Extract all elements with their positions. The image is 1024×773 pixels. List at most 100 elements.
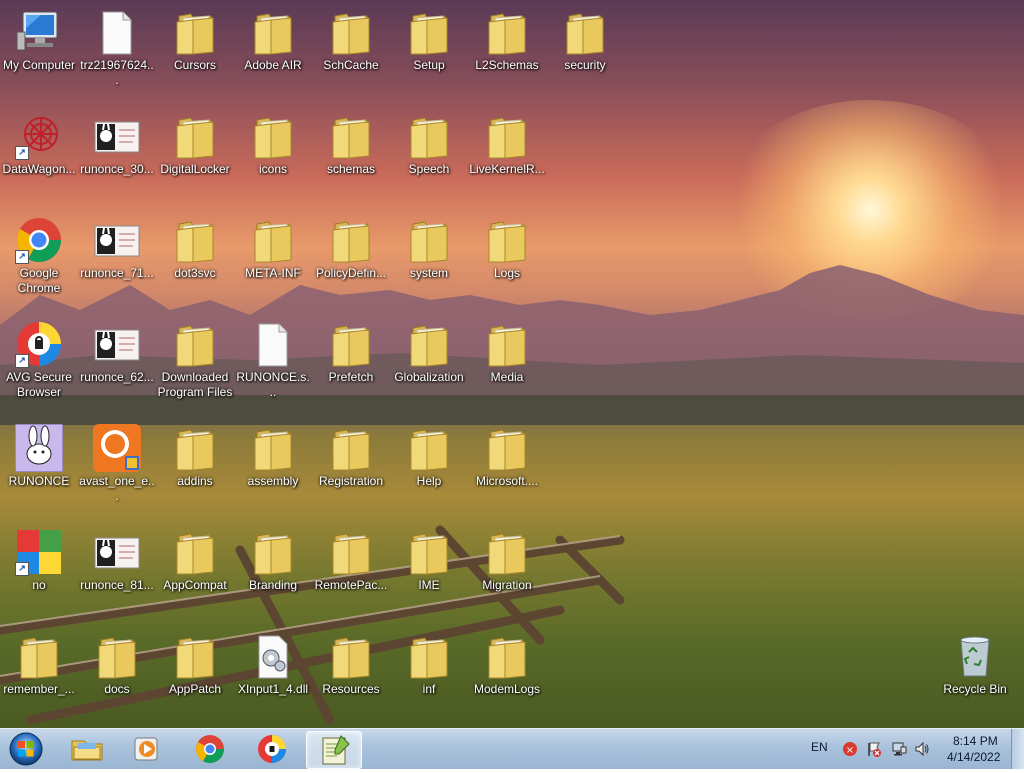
taskbar-avg-browser-button[interactable] [245,731,299,767]
taskbar-media-player-button[interactable] [120,731,174,767]
show-desktop-button[interactable] [1011,729,1024,769]
desktop-icon-label: icons [258,162,287,176]
folder-icon [249,112,297,160]
desktop-icon-label: Setup [413,58,445,72]
desktop-icon[interactable]: Prefetch [312,316,390,416]
action-center-flag-icon[interactable] [866,741,882,757]
desktop-icon-label: Branding [248,578,298,592]
desktop-icon[interactable]: Downloaded Program Files [156,316,234,416]
folder-icon [327,424,375,472]
desktop-icon[interactable]: Media [468,316,546,416]
desktop-icon[interactable]: Speech [390,108,468,208]
folder-icon [249,424,297,472]
clock-time[interactable]: 8:14 PM [953,734,998,748]
desktop-icon-label: runonce_71... [80,266,154,280]
desktop-icon[interactable]: avast_one_e... [78,420,156,520]
desktop-icon-label: Adobe AIR [244,58,302,72]
desktop-icon[interactable]: runonce_81... [78,524,156,624]
network-icon[interactable] [891,741,907,757]
folder-icon [483,8,531,56]
clock-date[interactable]: 4/14/2022 [947,750,1000,764]
folder-icon [93,632,141,680]
taskbar-chrome-button[interactable] [183,731,237,767]
desktop-icon-label: DataWagon... [2,162,76,176]
desktop-icon[interactable]: Resources [312,628,390,728]
desktop-icon-label: Recycle Bin [943,682,1007,696]
avast-installer-icon [93,424,141,472]
desktop-icon[interactable]: IME [390,524,468,624]
desktop-icon[interactable]: icons [234,108,312,208]
desktop-icon-label: DigitalLocker [160,162,230,176]
folder-icon [327,632,375,680]
desktop-icon[interactable]: Migration [468,524,546,624]
desktop-icon-label: IME [418,578,440,592]
desktop-icon-label: RUNONCE.s... [236,370,310,399]
desktop-icon[interactable]: RUNONCE.s... [234,316,312,416]
desktop-icon[interactable]: AppCompat [156,524,234,624]
desktop-icon-label: avast_one_e... [79,474,155,503]
desktop-icon[interactable]: XInput1_4.dll [234,628,312,728]
desktop-icon[interactable]: security [546,4,624,104]
desktop-icon[interactable]: Cursors [156,4,234,104]
desktop-icon[interactable]: system [390,212,468,312]
desktop-icon[interactable]: ModemLogs [468,628,546,728]
desktop-icon[interactable]: docs [78,628,156,728]
desktop-icon[interactable]: RUNONCE [0,420,78,520]
desktop-icon[interactable]: DigitalLocker [156,108,234,208]
desktop-icon-label: Downloaded Program Files [157,370,233,399]
desktop-icon[interactable]: My Computer [0,4,78,104]
start-orb-icon [9,732,43,766]
volume-icon[interactable] [914,741,930,757]
desktop-icon[interactable]: remember_... [0,628,78,728]
desktop-icon[interactable]: L2Schemas [468,4,546,104]
desktop-icon[interactable]: Registration [312,420,390,520]
desktop-icon[interactable]: Logs [468,212,546,312]
taskbar-explorer-button[interactable] [60,731,114,767]
desktop-icon[interactable]: assembly [234,420,312,520]
desktop-icon[interactable]: Adobe AIR [234,4,312,104]
folder-icon [405,528,453,576]
desktop-icon[interactable]: Help [390,420,468,520]
taskbar-notepad-plus-button[interactable] [306,731,362,769]
desktop-icon-label: runonce_81... [80,578,154,592]
desktop-icon[interactable]: RemotePac... [312,524,390,624]
language-indicator[interactable]: EN [811,740,828,754]
desktop-icon[interactable]: ↗ AVG Secure Browser [0,316,78,416]
desktop-icon[interactable]: schemas [312,108,390,208]
desktop-icon-label: XInput1_4.dll [237,682,309,696]
desktop-icon[interactable]: PolicyDefin... [312,212,390,312]
folder-icon [171,528,219,576]
desktop-icon[interactable]: runonce_30... [78,108,156,208]
desktop-icon[interactable]: runonce_62... [78,316,156,416]
desktop-icon[interactable]: META-INF [234,212,312,312]
desktop-icon[interactable]: ↗ no [0,524,78,624]
desktop-icon-label: assembly [247,474,299,488]
desktop-icon[interactable]: Globalization [390,316,468,416]
folder-icon [405,8,453,56]
file-explorer-icon [71,740,103,761]
folder-icon [171,8,219,56]
desktop-icon[interactable]: runonce_71... [78,212,156,312]
desktop-icon-label: RUNONCE [8,474,70,488]
desktop-icon[interactable]: Setup [390,4,468,104]
image-file-icon [93,216,141,264]
desktop-icon[interactable]: ↗ Google Chrome [0,212,78,312]
desktop-icon[interactable]: Branding [234,524,312,624]
desktop-icon[interactable]: Microsoft.... [468,420,546,520]
desktop-icon[interactable]: dot3svc [156,212,234,312]
desktop-icon[interactable]: Recycle Bin [936,628,1014,728]
folder-icon [327,216,375,264]
desktop-icon[interactable]: trz21967624... [78,4,156,104]
start-button[interactable] [4,730,44,768]
folder-icon [405,112,453,160]
desktop-icon-label: Speech [408,162,450,176]
desktop-icon-label: ModemLogs [473,682,541,696]
desktop-icon[interactable]: AppPatch [156,628,234,728]
desktop-icon[interactable]: addins [156,420,234,520]
avast-tray-icon[interactable]: × [842,741,858,757]
desktop-icon[interactable]: LiveKernelR... [468,108,546,208]
desktop-icon[interactable]: ↗ DataWagon... [0,108,78,208]
desktop-icon[interactable]: SchCache [312,4,390,104]
svg-text:×: × [846,745,854,756]
desktop-icon[interactable]: inf [390,628,468,728]
